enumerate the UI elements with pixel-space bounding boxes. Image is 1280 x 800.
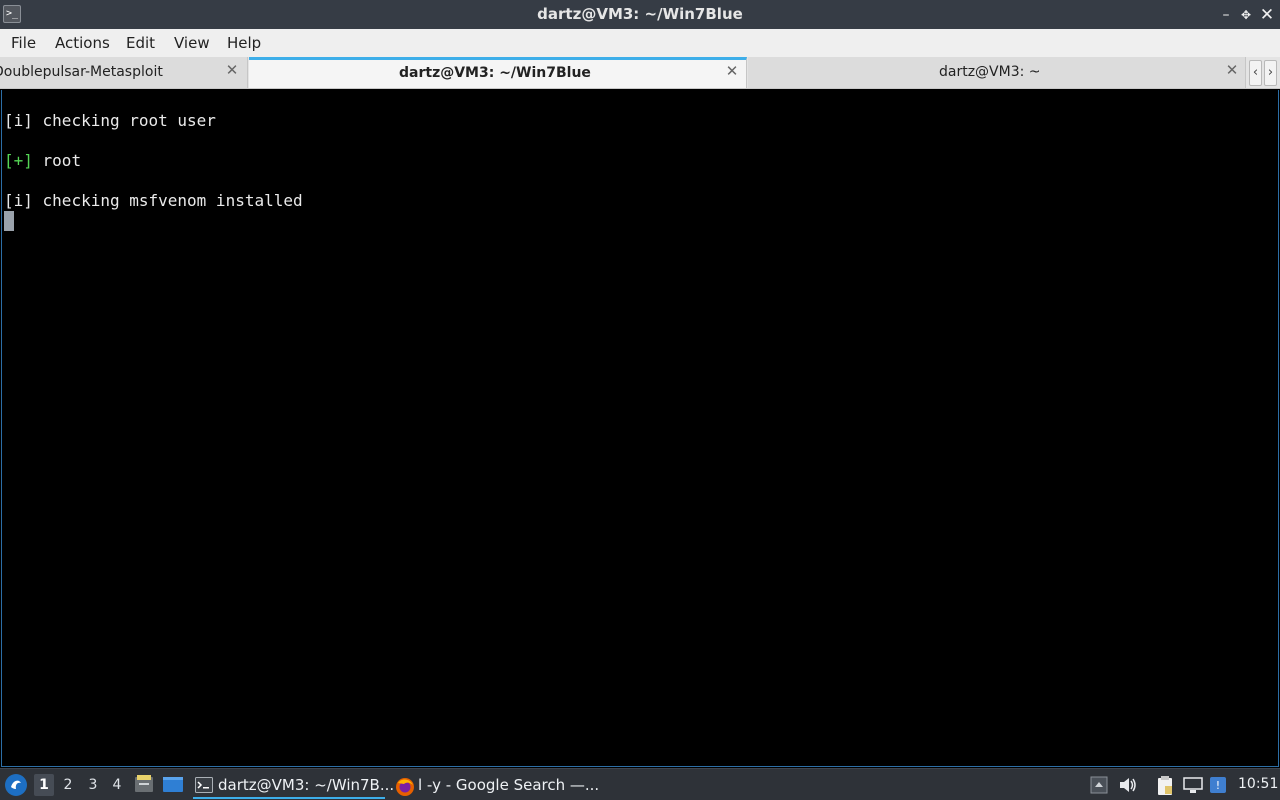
task-label: dartz@VM3: ~/Win7B... xyxy=(218,776,395,794)
window-title: dartz@VM3: ~/Win7Blue xyxy=(537,5,743,23)
menu-actions[interactable]: Actions xyxy=(53,34,112,52)
task-firefox[interactable]: l -y - Google Search —... xyxy=(393,772,599,799)
task-label: l -y - Google Search —... xyxy=(418,776,600,794)
tab-win7blue[interactable]: dartz@VM3: ~/Win7Blue ✕ xyxy=(249,57,747,88)
tab-label: dartz@VM3: ~/Win7Blue xyxy=(399,65,591,81)
tab-scroll-left-icon[interactable]: ‹ xyxy=(1249,60,1262,86)
volume-icon[interactable] xyxy=(1118,776,1138,794)
line-text: checking msfvenom installed xyxy=(32,191,303,210)
svg-text:!: ! xyxy=(1216,779,1220,792)
file-manager-icon[interactable] xyxy=(134,775,154,793)
close-window-button[interactable]: ✕ xyxy=(1257,5,1277,25)
terminal-line: [i] checking root user xyxy=(4,111,216,130)
desktop-3-button[interactable]: 3 xyxy=(83,774,103,796)
line-prefix: [i] xyxy=(4,191,33,210)
desktop-4-button[interactable]: 4 xyxy=(107,774,127,796)
menu-help[interactable]: Help xyxy=(225,34,263,52)
show-desktop-icon[interactable] xyxy=(162,775,183,793)
line-prefix: [i] xyxy=(4,111,33,130)
desktop-2-button[interactable]: 2 xyxy=(58,774,78,796)
maximize-button[interactable]: ✥ xyxy=(1236,5,1256,25)
line-text: checking root user xyxy=(32,111,216,130)
menu-view[interactable]: View xyxy=(172,34,212,52)
clipboard-icon[interactable] xyxy=(1155,776,1175,795)
tab-close-icon[interactable]: ✕ xyxy=(1224,62,1240,78)
tab-doublepulsar-metasploit[interactable]: Doublepulsar-Metasploit ✕ xyxy=(0,57,248,88)
firefox-icon xyxy=(395,777,414,796)
tray-expand-icon[interactable] xyxy=(1090,776,1110,794)
menu-edit[interactable]: Edit xyxy=(124,34,157,52)
tab-close-icon[interactable]: ✕ xyxy=(724,63,740,79)
terminal-line: [+] root xyxy=(4,151,81,170)
task-terminal[interactable]: dartz@VM3: ~/Win7B... xyxy=(193,772,394,799)
terminal-icon xyxy=(195,777,213,793)
menu-bar: File Actions Edit View Help xyxy=(0,29,1280,57)
taskbar: 1 2 3 4 dartz@VM3: ~/Win7B... l -y - Goo… xyxy=(0,768,1280,800)
terminal-line: [i] checking msfvenom installed xyxy=(4,191,303,210)
network-icon[interactable] xyxy=(1183,776,1203,794)
tab-label: Doublepulsar-Metasploit xyxy=(0,64,163,80)
terminal-cursor xyxy=(4,211,14,231)
start-menu-icon[interactable] xyxy=(5,774,27,796)
tab-bar: Doublepulsar-Metasploit ✕ dartz@VM3: ~/W… xyxy=(0,57,1280,89)
line-prefix: [+] xyxy=(4,151,33,170)
updates-icon[interactable]: ! xyxy=(1209,776,1229,794)
desktop-1-button[interactable]: 1 xyxy=(34,774,54,796)
window-titlebar: >_ dartz@VM3: ~/Win7Blue – ✥ ✕ xyxy=(0,0,1280,29)
tab-home[interactable]: dartz@VM3: ~ ✕ xyxy=(748,57,1246,88)
minimize-button[interactable]: – xyxy=(1216,5,1236,25)
tab-close-icon[interactable]: ✕ xyxy=(224,62,240,78)
menu-file[interactable]: File xyxy=(9,34,38,52)
line-text: root xyxy=(32,151,82,170)
tab-scroll-right-icon[interactable]: › xyxy=(1264,60,1277,86)
clock[interactable]: 10:51 xyxy=(1238,776,1278,792)
tab-label: dartz@VM3: ~ xyxy=(939,64,1041,80)
terminal-output[interactable]: [i] checking root user [+] root [i] chec… xyxy=(1,90,1279,767)
